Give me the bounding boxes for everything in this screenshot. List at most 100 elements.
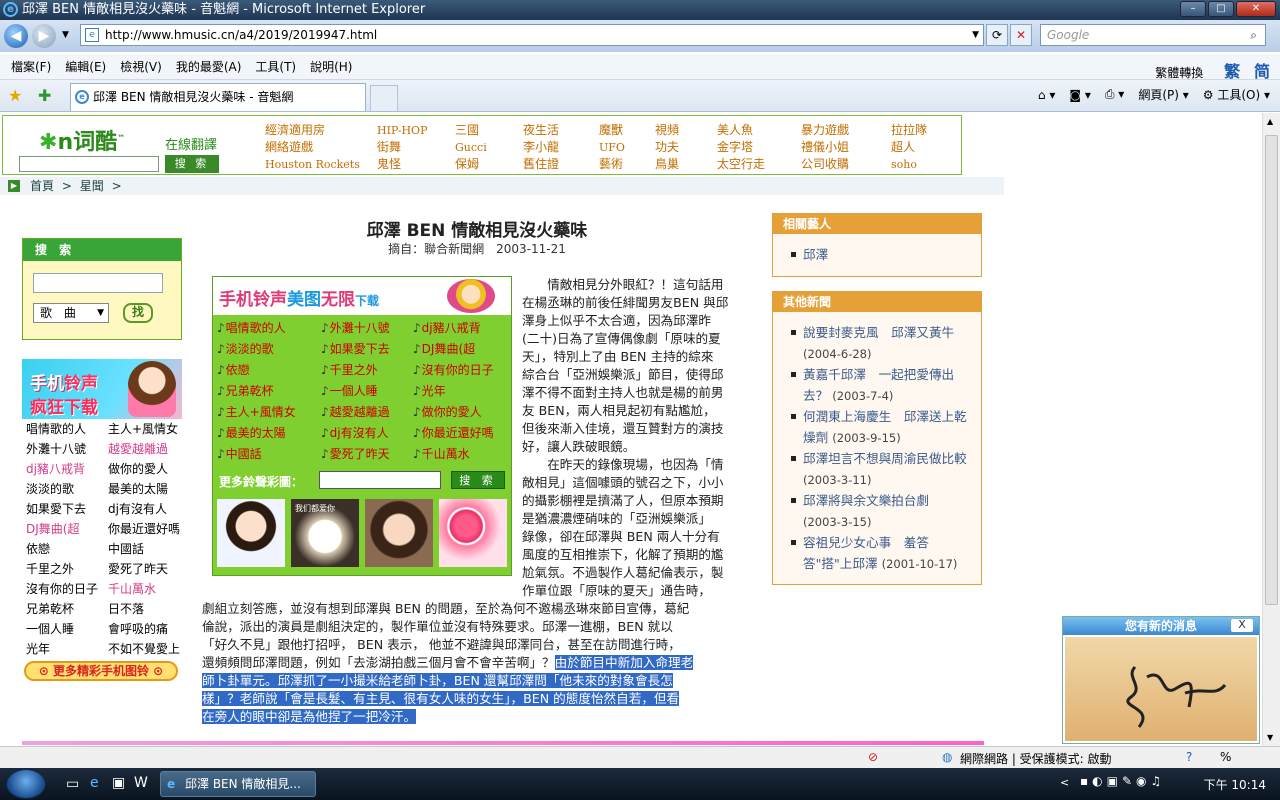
breadcrumb-home[interactable]: 首頁 — [30, 179, 54, 193]
ad-ring-link[interactable]: 唱情歌的人 — [217, 318, 286, 339]
ad-banner[interactable]: 手机铃声美图无限下载 — [213, 277, 511, 315]
traditional-button[interactable]: 繁 — [1224, 62, 1240, 81]
scroll-down-icon[interactable]: ▼ — [1267, 733, 1273, 742]
start-button[interactable] — [6, 769, 46, 799]
keyword-link[interactable]: Houston Rockets — [265, 156, 360, 173]
ad-thumb-girl-2[interactable] — [365, 499, 433, 567]
ringtone-link[interactable]: 千里之外 — [26, 559, 74, 579]
menu-file[interactable]: 檔案(F) — [11, 58, 51, 75]
ad-ring-link[interactable]: 淡淡的歌 — [217, 339, 274, 360]
ad-ring-link[interactable]: 外灘十八號 — [321, 318, 390, 339]
breadcrumb-section[interactable]: 星聞 — [80, 179, 104, 193]
ringtone-link[interactable]: 兄弟乾杯 — [26, 599, 74, 619]
ringtone-link[interactable]: 不如不覺愛上 — [108, 639, 180, 659]
taskbar-ie-task[interactable]: e 邱澤 BEN 情敵相見... — [160, 771, 316, 797]
keyword-link[interactable]: 暴力遊戲 — [801, 122, 849, 139]
history-dropdown-icon[interactable]: ▼ — [62, 30, 69, 40]
ad-ring-link[interactable]: dj有沒有人 — [321, 423, 389, 444]
ringtone-link[interactable]: 做你的愛人 — [108, 459, 168, 479]
ad-ring-link[interactable]: 做你的愛人 — [413, 402, 482, 423]
ringtone-link[interactable]: 淡淡的歌 — [26, 479, 74, 499]
ad-ring-link[interactable]: 越愛越離過 — [321, 402, 390, 423]
page-menu[interactable]: 網頁(P) ▾ — [1138, 86, 1188, 103]
ringtone-link[interactable]: 沒有你的日子 — [26, 579, 98, 599]
ad-ring-link[interactable]: DJ舞曲(超 — [413, 339, 475, 360]
keyword-link[interactable]: 禮儀小姐 — [801, 139, 849, 156]
find-button[interactable]: 找 — [123, 303, 153, 323]
ad-thumb-flowers[interactable] — [439, 499, 507, 567]
ie-quicklaunch-icon[interactable]: e — [90, 775, 99, 791]
close-window-button[interactable]: ✕ — [1236, 1, 1276, 17]
keyword-link[interactable]: 舊住證 — [523, 156, 559, 173]
ncidu-logo[interactable]: ✱n词酷™ — [39, 124, 125, 156]
left-search-input[interactable] — [33, 273, 163, 293]
popup-image[interactable] — [1065, 637, 1257, 741]
menu-favorites[interactable]: 我的最愛(A) — [176, 58, 242, 75]
explorer-quicklaunch-icon[interactable]: ▣ — [112, 775, 125, 791]
ad-ring-link[interactable]: 千里之外 — [321, 360, 378, 381]
ringtone-link[interactable]: dj豬八戒背 — [26, 459, 85, 479]
keyword-link[interactable]: 超人 — [891, 139, 927, 156]
keyword-link[interactable]: 藝術 — [599, 156, 625, 173]
tray-expand-icon[interactable]: < — [1060, 776, 1069, 789]
keyword-link[interactable]: 網絡遊戲 — [265, 139, 360, 156]
ad-ring-link[interactable]: 光年 — [413, 381, 446, 402]
show-desktop-icon[interactable]: ▭ — [66, 776, 79, 792]
simplified-button[interactable]: 简 — [1254, 62, 1270, 81]
ringtone-link[interactable]: 主人+風情女 — [108, 419, 178, 439]
keyword-link[interactable]: 保姆 — [455, 156, 487, 173]
search-icon[interactable]: ⌕ — [1250, 25, 1257, 45]
keyword-link[interactable]: 金字塔 — [717, 139, 765, 156]
back-button[interactable]: ◀ — [4, 24, 28, 48]
ad-search-button[interactable]: 搜 索 — [451, 471, 505, 489]
menu-tools[interactable]: 工具(T) — [255, 58, 296, 75]
refresh-button[interactable]: ⟳ — [986, 24, 1008, 46]
keyword-link[interactable]: 經濟適用房 — [265, 122, 360, 139]
print-icon[interactable]: ⎙ ▾ — [1105, 87, 1124, 102]
keyword-link[interactable]: 公司收購 — [801, 156, 849, 173]
favorites-star-icon[interactable]: ★ — [8, 86, 22, 105]
ad-ring-link[interactable]: 兄弟乾杯 — [217, 381, 274, 402]
ringtone-link[interactable]: 千山萬水 — [108, 579, 156, 599]
category-select[interactable]: 歌 曲 ▼ — [33, 303, 109, 323]
top-search-input[interactable] — [19, 156, 159, 172]
keyword-link[interactable]: 鬼怪 — [377, 156, 427, 173]
tab-current[interactable]: e 邱澤 BEN 情敵相見沒火藥味 - 音魁網 — [70, 83, 366, 111]
keyword-link[interactable]: HIP-HOP — [377, 122, 427, 139]
search-input[interactable]: Google ⌕ — [1040, 24, 1266, 46]
stop-button[interactable]: ✕ — [1010, 24, 1032, 46]
ringtone-link[interactable]: 一個人睡 — [26, 619, 74, 639]
ad-thumb-girl-1[interactable] — [217, 499, 285, 567]
minimize-button[interactable]: – — [1180, 1, 1206, 17]
keyword-link[interactable]: 夜生活 — [523, 122, 559, 139]
popup-blocked-icon[interactable]: ⊘ — [868, 750, 878, 764]
keyword-link[interactable]: 鳥巢 — [655, 156, 679, 173]
keyword-link[interactable]: 街舞 — [377, 139, 427, 156]
ad-ring-link[interactable]: 一個人睡 — [321, 381, 378, 402]
ad-ring-link[interactable]: 最美的太陽 — [217, 423, 286, 444]
ringtone-banner[interactable]: 手机铃声 疯狂下载 — [22, 359, 182, 419]
keyword-link[interactable]: 視頻 — [655, 122, 679, 139]
ad-search-input[interactable] — [319, 471, 441, 489]
word-quicklaunch-icon[interactable]: W — [134, 775, 148, 791]
clock[interactable]: 下午 10:14 — [1204, 776, 1266, 793]
ad-ring-link[interactable]: 沒有你的日子 — [413, 360, 494, 381]
scrollbar-thumb[interactable] — [1265, 135, 1278, 605]
keyword-link[interactable]: 李小龍 — [523, 139, 559, 156]
top-search-button[interactable]: 搜 索 — [165, 155, 219, 173]
menu-edit[interactable]: 編輯(E) — [65, 58, 106, 75]
popup-close-button[interactable]: X — [1231, 619, 1253, 632]
keyword-link[interactable]: soho — [891, 156, 927, 173]
add-favorite-icon[interactable]: ✚ — [38, 86, 51, 105]
keyword-link[interactable]: 三國 — [455, 122, 487, 139]
ringtone-link[interactable]: 日不落 — [108, 599, 144, 619]
ringtone-link[interactable]: 光年 — [26, 639, 50, 659]
keyword-link[interactable]: 太空行走 — [717, 156, 765, 173]
menu-view[interactable]: 檢視(V) — [120, 58, 162, 75]
news-link[interactable]: 說要封麥克風 邱澤又黃牛 (2004-6-28) — [791, 322, 975, 365]
new-tab-button[interactable] — [370, 85, 398, 111]
ringtone-link[interactable]: dj有沒有人 — [108, 499, 167, 519]
news-link[interactable]: 邱澤將與余文樂拍台劇 (2003-3-15) — [791, 490, 975, 533]
ringtone-link[interactable]: 越愛越離過 — [108, 439, 168, 459]
ad-ring-link[interactable]: 主人+風情女 — [217, 402, 296, 423]
